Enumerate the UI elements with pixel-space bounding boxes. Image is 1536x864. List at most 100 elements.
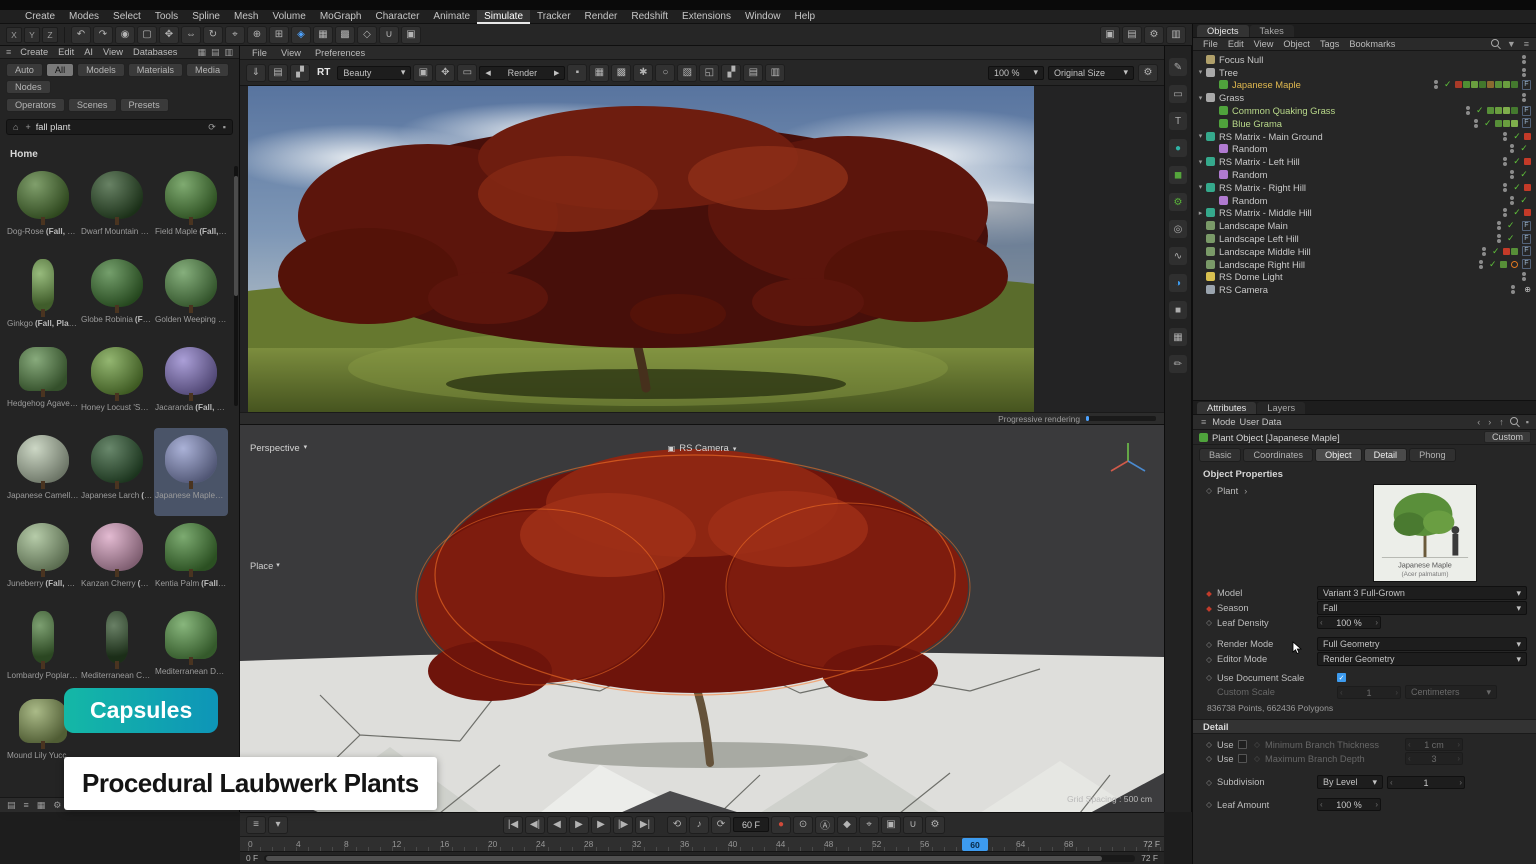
deformer-ic[interactable]: ∿ [1169,247,1187,265]
asset-item[interactable]: Kentia Palm(Fall, Plant) [154,516,228,604]
cube-ic[interactable]: ■ [1169,301,1187,319]
menubar-item[interactable]: Extensions [675,10,738,24]
next-key-ic[interactable]: |▶ [613,816,633,834]
current-frame-field[interactable]: 60 F [733,817,769,832]
object-row[interactable]: ▾ RS Matrix - Left Hill ✓ [1193,155,1536,168]
menubar-item[interactable]: Modes [62,10,106,24]
expander-icon[interactable]: ▾ [1196,94,1205,102]
scale-tool-ic[interactable]: ⇔ [181,26,201,44]
menubar-item[interactable]: Spline [185,10,227,24]
object-label[interactable]: RS Matrix - Middle Hill [1219,207,1312,218]
subdivision-field[interactable]: 1 [1387,776,1465,789]
menubar-item[interactable]: Help [788,10,823,24]
object-label[interactable]: Random [1232,143,1267,154]
keyframe-diamond-icon[interactable]: ◇ [1205,486,1213,495]
object-row[interactable]: RS Camera ⊕ [1193,283,1536,296]
nav-left-icon[interactable]: ◀ [485,69,490,77]
expander-icon[interactable]: ▾ [1196,132,1205,140]
pencil-ic[interactable]: ✏ [1169,355,1187,373]
object-label[interactable]: Landscape Right Hill [1219,259,1305,270]
material-chips[interactable] [1524,158,1531,165]
next-frame-ic[interactable]: ▶ [591,816,611,834]
objects-panel-tab[interactable]: Objects [1197,25,1249,37]
rendered-image[interactable] [240,86,1164,412]
key-settings-ic[interactable]: ⚙ [925,816,945,834]
object-row[interactable]: Landscape Middle Hill ✓ F [1193,245,1536,258]
hamburger-icon[interactable]: ≡ [4,47,13,57]
objects-menu-item[interactable]: File [1198,39,1223,49]
custom-button[interactable]: Custom [1484,431,1531,443]
enabled-check-icon[interactable]: ✓ [1512,156,1522,167]
filter-chip[interactable]: Materials [128,63,183,77]
enabled-check-icon[interactable]: ✓ [1506,220,1516,231]
timeline-ruler[interactable]: 048121620242832364044485256606468 60 72 … [240,836,1164,851]
range-scrollbar[interactable] [264,855,1135,862]
min-branch-field[interactable]: 1 cm [1405,738,1463,751]
forward-icon[interactable]: › [1486,417,1493,427]
goto-start-ic[interactable]: |◀ [503,816,523,834]
search-input[interactable] [36,122,204,132]
undo-icon[interactable]: ↶ [71,26,91,44]
attributes-panel-tab[interactable]: Layers [1257,402,1305,414]
cloth-ic[interactable]: ▦ [313,26,333,44]
snapshot-ic[interactable]: ▤ [268,64,288,82]
selection-key-ic[interactable]: ⌖ [859,816,879,834]
subdivision-mode-dropdown[interactable]: By Level ▾ [1317,775,1383,789]
enabled-check-icon[interactable]: ✓ [1483,118,1493,129]
menubar-item[interactable]: Window [738,10,788,24]
material-chips[interactable] [1503,248,1518,255]
nodes-ic[interactable]: ◼ [1169,166,1187,184]
filter-chip[interactable]: Models [77,63,125,77]
goto-end-ic[interactable]: ▶| [635,816,655,834]
category-chip[interactable]: Presets [120,98,169,112]
save-image-ic[interactable]: ⇓ [246,64,266,82]
attribute-tab[interactable]: Coordinates [1243,448,1313,462]
object-row[interactable]: ▾ Grass [1193,91,1536,104]
material-chips[interactable] [1455,81,1518,88]
asset-item[interactable]: Hedgehog Agave(Fall, Plant) [6,340,80,428]
object-label[interactable]: Landscape Main [1219,220,1288,231]
footer-menu-icon[interactable]: ≡ [22,800,31,810]
asset-item[interactable]: Globe Robinia(Fall, Pl...) [80,252,154,340]
render-mode-dropdown[interactable]: Full Geometry ▾ [1317,637,1527,651]
menubar-item[interactable]: Select [106,10,148,24]
timeline-menu-ic[interactable]: ≡ [246,816,266,834]
current-frame-marker[interactable]: 60 [962,838,988,851]
visibility-dots[interactable] [1479,260,1483,269]
rt-button[interactable]: RT [312,67,335,78]
objects-menu-item[interactable]: Tags [1315,39,1344,49]
object-row[interactable]: Japanese Maple ✓ F [1193,79,1536,92]
asset-item[interactable]: Juneberry(Fall, Plant) [6,516,80,604]
visibility-dots[interactable] [1474,119,1478,128]
render-view-menu-item[interactable]: Preferences [309,48,371,58]
prev-key-ic[interactable]: ◀| [525,816,545,834]
layers-ic[interactable]: ▤ [743,64,763,82]
asset-item[interactable]: Honey Locust 'Sunburst'(Fall, Plant) [80,340,154,428]
expander-icon[interactable]: ▸ [1196,209,1205,217]
record-ic[interactable]: ● [771,816,791,834]
attribute-tab[interactable]: Phong [1409,448,1456,462]
capsule-gear-ic[interactable]: ⚙ [1169,193,1187,211]
crop-region-ic[interactable]: ▭ [457,64,477,82]
objects-menu-item[interactable]: Edit [1223,39,1249,49]
visibility-dots[interactable] [1511,285,1515,294]
enabled-check-icon[interactable]: ✓ [1519,143,1529,154]
material-chips[interactable] [1487,107,1518,114]
objects-panel-tab[interactable]: Takes [1250,25,1294,37]
display-ic[interactable]: ▦ [1169,328,1187,346]
pan-view-ic[interactable]: ✥ [435,64,455,82]
asset-item[interactable]: Japanese Maple(Fall, Plant) [154,428,228,516]
asset-item[interactable]: Dwarf Mountain Pine(Fall, Plant) [80,164,154,252]
simulation-ic[interactable]: ◈ [291,26,311,44]
asset-item[interactable]: Kanzan Cherry(Fall, Pl...) [80,516,154,604]
object-label[interactable]: Focus Null [1219,54,1263,65]
menubar-item[interactable]: Tools [148,10,185,24]
editor-mode-dropdown[interactable]: Render Geometry ▾ [1317,652,1527,666]
size-dropdown[interactable]: Original Size ▾ [1048,66,1134,80]
render-view-menu-item[interactable]: File [246,48,273,58]
visibility-dots[interactable] [1497,234,1501,243]
model-dropdown[interactable]: Variant 3 Full-Grown ▾ [1317,586,1527,600]
material-chips[interactable] [1524,133,1531,140]
visibility-dots[interactable] [1503,208,1507,217]
visibility-dots[interactable] [1503,157,1507,166]
